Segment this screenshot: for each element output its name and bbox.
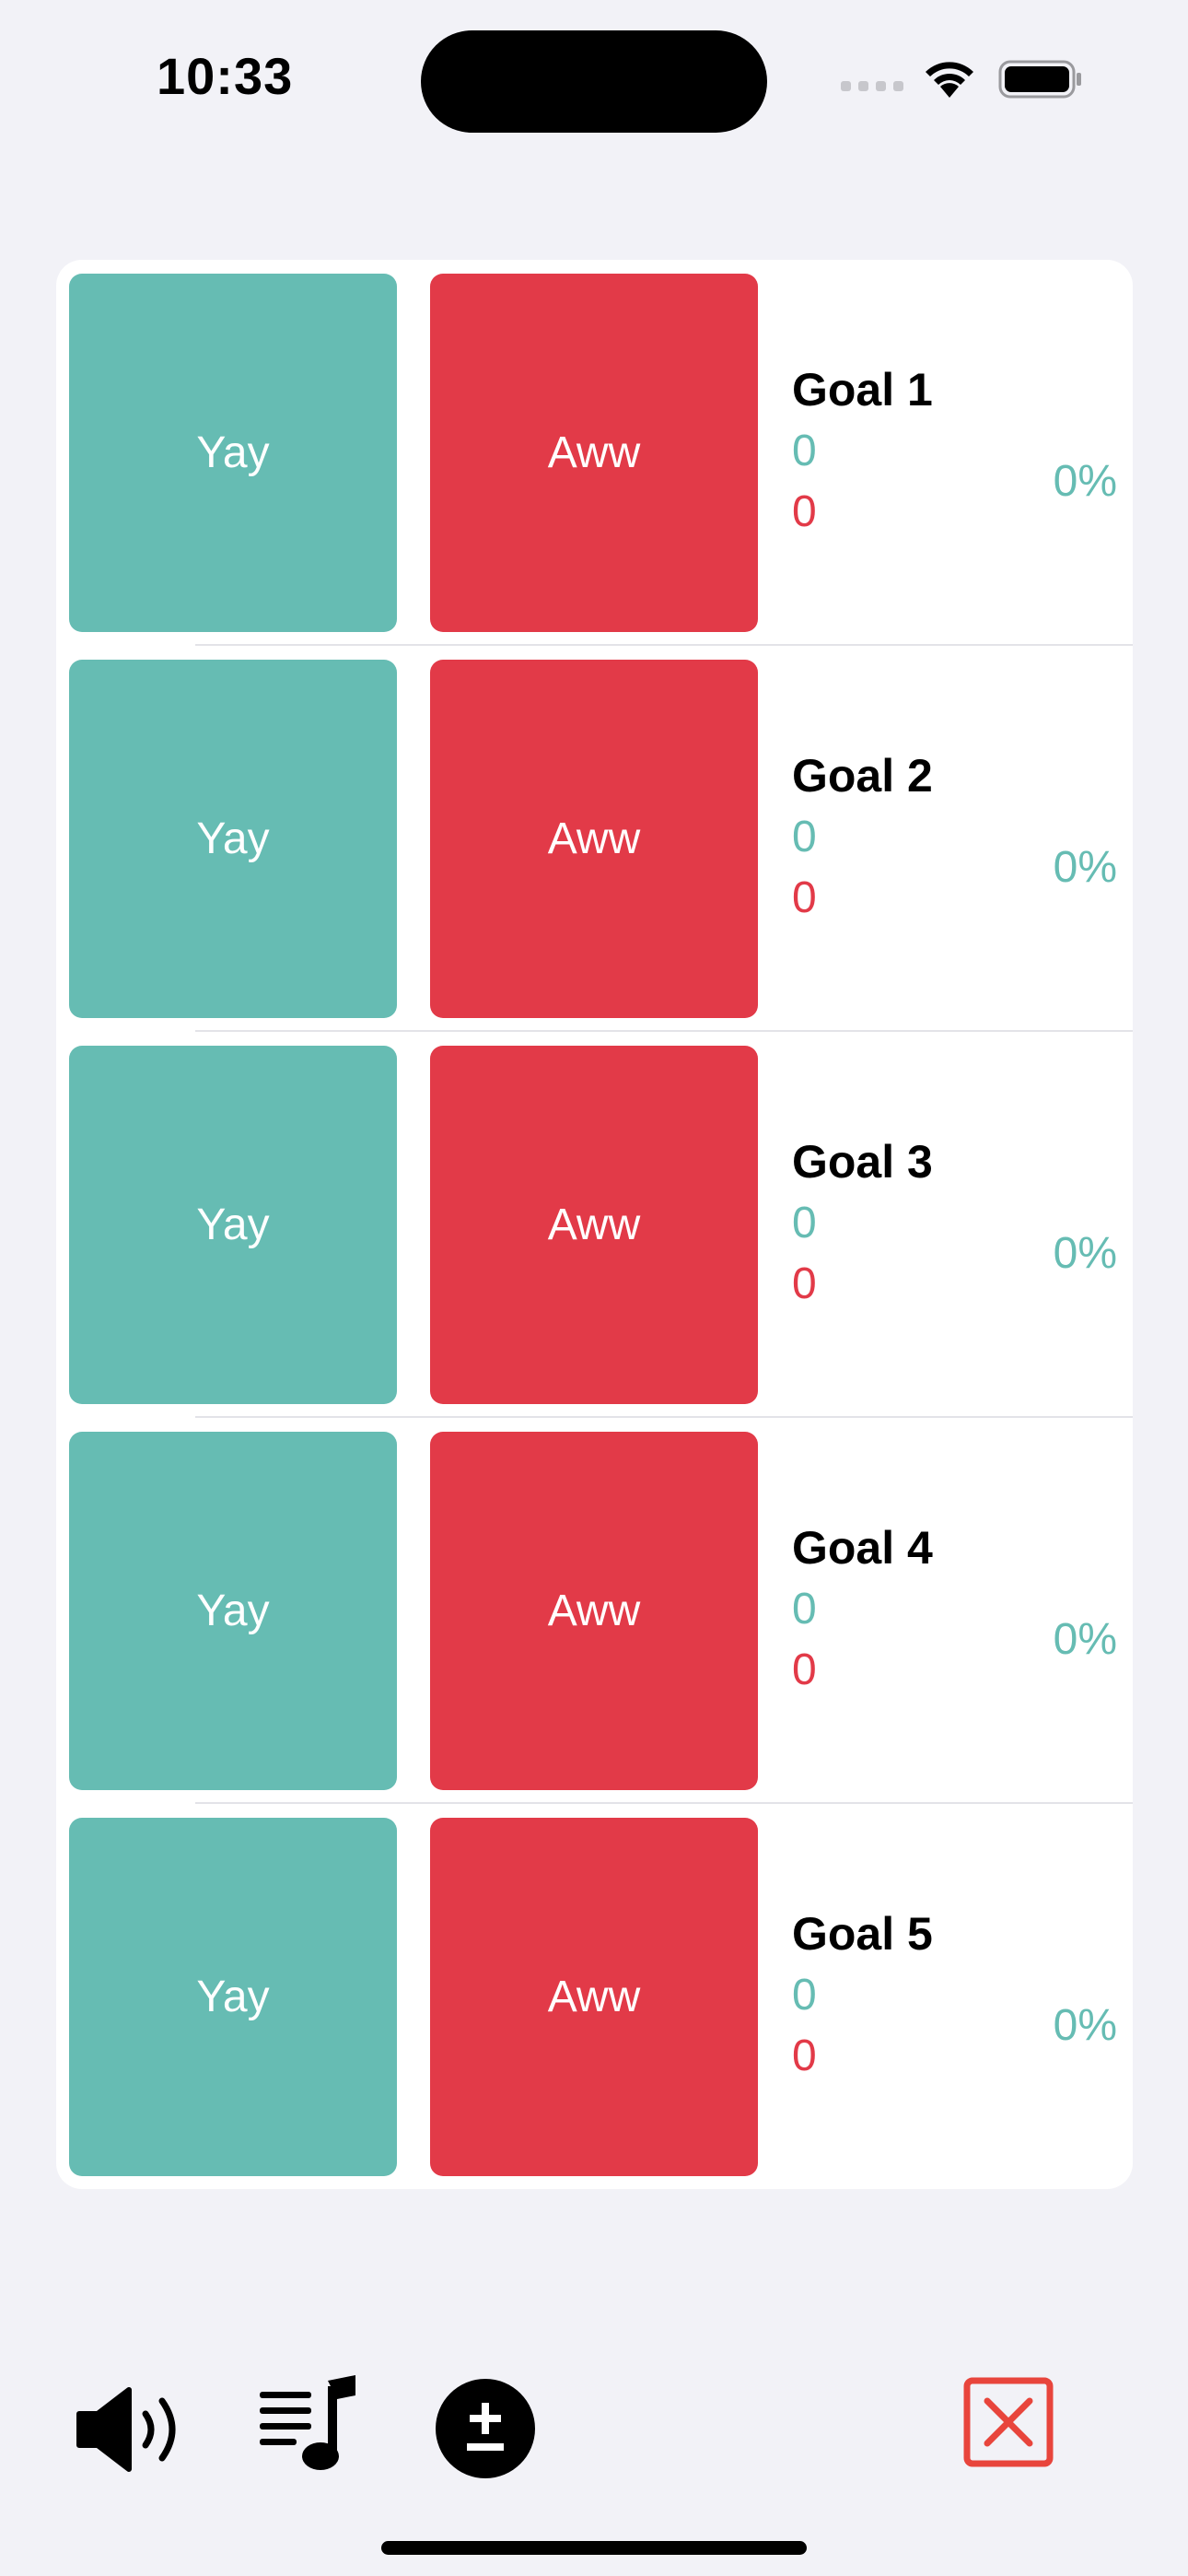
aww-count: 0 — [792, 487, 817, 536]
goal-row: Yay Aww Goal 2 0 0 0% — [56, 646, 1133, 1032]
yay-button[interactable]: Yay — [69, 274, 397, 632]
speaker-volume-icon[interactable] — [76, 2386, 190, 2473]
aww-button[interactable]: Aww — [430, 1046, 758, 1404]
yay-button[interactable]: Yay — [69, 1432, 397, 1790]
goal-title: Goal 4 — [792, 1522, 933, 1574]
goal-title: Goal 5 — [792, 1908, 933, 1960]
dynamic-island — [421, 30, 767, 133]
success-percent: 0% — [1053, 1229, 1117, 1278]
plus-minus-circle-icon[interactable] — [436, 2379, 535, 2478]
yay-button[interactable]: Yay — [69, 1046, 397, 1404]
goal-title: Goal 3 — [792, 1136, 933, 1188]
success-percent: 0% — [1053, 843, 1117, 892]
yay-count: 0 — [792, 1585, 817, 1633]
success-percent: 0% — [1053, 457, 1117, 506]
yay-button[interactable]: Yay — [69, 660, 397, 1018]
aww-count: 0 — [792, 2032, 817, 2080]
goal-row: Yay Aww Goal 1 0 0 0% — [56, 260, 1133, 646]
goal-title: Goal 1 — [792, 364, 933, 416]
goal-row: Yay Aww Goal 3 0 0 0% — [56, 1032, 1133, 1418]
goals-list: Yay Aww Goal 1 0 0 0% Yay Aww Goal 2 0 0… — [56, 260, 1133, 2189]
success-percent: 0% — [1053, 1615, 1117, 1664]
yay-count: 0 — [792, 813, 817, 861]
aww-button[interactable]: Aww — [430, 660, 758, 1018]
wifi-icon — [926, 62, 973, 98]
yay-count: 0 — [792, 1971, 817, 2020]
aww-button[interactable]: Aww — [430, 1818, 758, 2176]
yay-button[interactable]: Yay — [69, 1818, 397, 2176]
close-box-icon[interactable] — [963, 2377, 1054, 2467]
yay-count: 0 — [792, 427, 817, 475]
success-percent: 0% — [1053, 2001, 1117, 2050]
status-bar: 10:33 — [0, 0, 1188, 157]
yay-count: 0 — [792, 1199, 817, 1247]
cellular-signal-icon — [841, 81, 905, 94]
music-list-icon[interactable] — [258, 2375, 361, 2473]
home-indicator[interactable] — [381, 2541, 807, 2555]
battery-icon — [998, 60, 1081, 99]
status-time: 10:33 — [157, 47, 294, 105]
aww-button[interactable]: Aww — [430, 1432, 758, 1790]
aww-count: 0 — [792, 1259, 817, 1308]
goal-row: Yay Aww Goal 4 0 0 0% — [56, 1418, 1133, 1804]
goal-row: Yay Aww Goal 5 0 0 0% — [56, 1804, 1133, 2189]
aww-count: 0 — [792, 1645, 817, 1694]
aww-count: 0 — [792, 873, 817, 922]
goal-title: Goal 2 — [792, 750, 933, 802]
aww-button[interactable]: Aww — [430, 274, 758, 632]
